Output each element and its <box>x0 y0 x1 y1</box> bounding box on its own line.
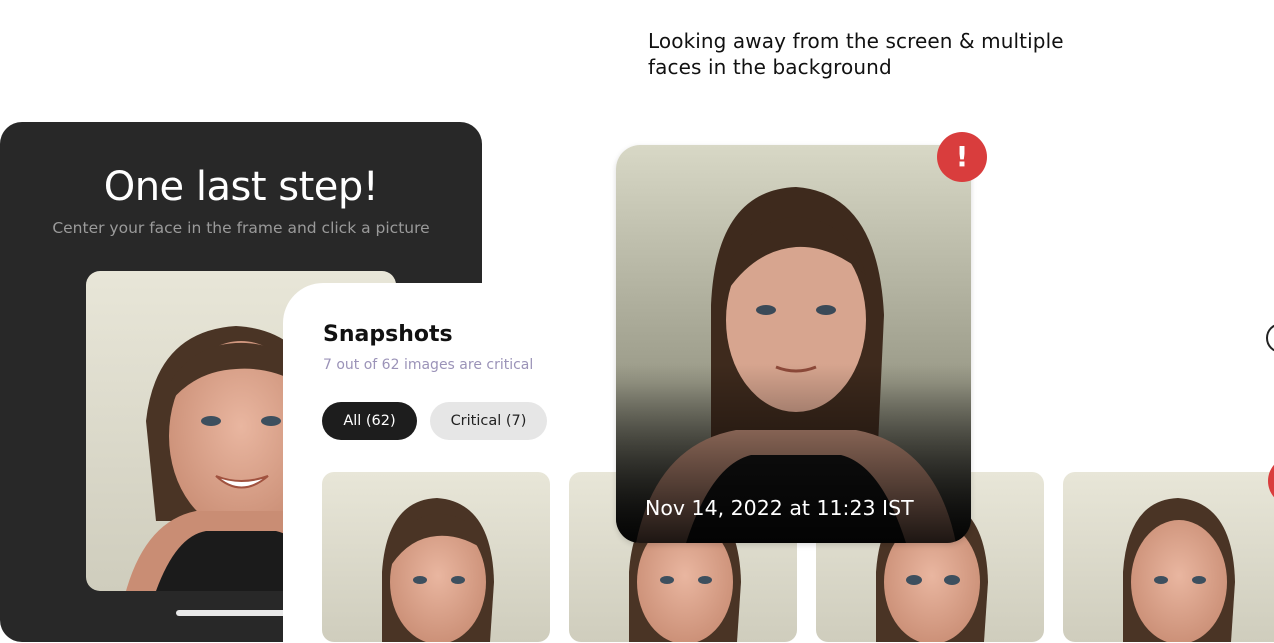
snapshot-timestamp: Nov 14, 2022 at 11:23 IST <box>645 496 914 520</box>
snapshot-thumbnail[interactable] <box>322 472 550 642</box>
onboarding-subtitle: Center your face in the frame and click … <box>52 219 430 237</box>
snapshots-subtitle: 7 out of 62 images are critical <box>323 357 534 373</box>
scenario-caption: Looking away from the screen & multiple … <box>648 29 1064 79</box>
snapshots-title: Snapshots <box>323 322 453 347</box>
critical-alert-icon: ! <box>937 132 987 182</box>
snapshot-thumbnail[interactable] <box>1063 472 1274 642</box>
filter-critical-button[interactable]: Critical (7) <box>430 402 547 440</box>
snapshot-preview-card[interactable] <box>616 145 971 543</box>
filter-all-button[interactable]: All (62) <box>322 402 417 440</box>
onboarding-title: One last step! <box>103 164 379 210</box>
